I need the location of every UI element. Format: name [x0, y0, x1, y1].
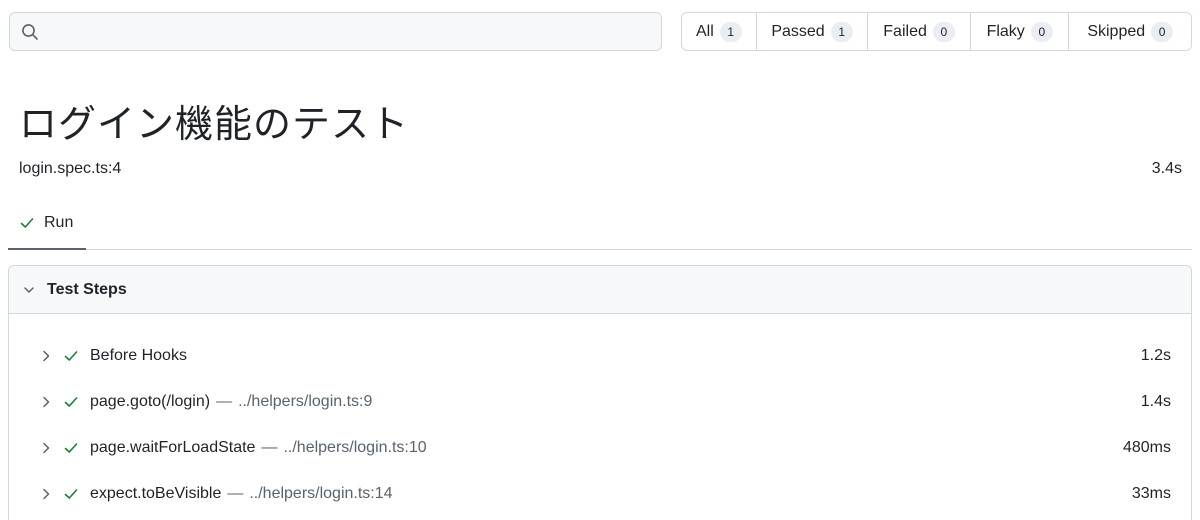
- filter-failed[interactable]: Failed 0: [868, 13, 971, 50]
- filter-all[interactable]: All 1: [682, 13, 757, 50]
- step-source-link[interactable]: ../helpers/login.ts:10: [283, 439, 426, 457]
- step-time: 1.4s: [1140, 393, 1171, 410]
- filter-skipped-label: Skipped: [1087, 22, 1146, 40]
- step-name: Before Hooks: [90, 347, 187, 364]
- step-time: 33ms: [1131, 485, 1171, 502]
- step-row[interactable]: expect.toBeVisible — ../helpers/login.ts…: [9, 471, 1191, 517]
- check-icon: [63, 348, 79, 364]
- test-location[interactable]: login.spec.ts:4: [19, 160, 121, 178]
- step-separator: —: [261, 439, 278, 456]
- step-row[interactable]: Before Hooks 1.2s: [9, 333, 1191, 379]
- test-steps-panel: Test Steps Before Hooks 1.2s page.goto(/…: [8, 265, 1192, 520]
- result-tabs: Run: [8, 198, 1192, 250]
- chevron-right-icon: [39, 349, 53, 363]
- step-separator: —: [227, 485, 244, 502]
- step-source-link[interactable]: ../helpers/login.ts:9: [238, 393, 372, 411]
- step-separator: —: [216, 393, 233, 410]
- filter-failed-label: Failed: [883, 22, 927, 40]
- chevron-down-icon: [22, 283, 36, 297]
- filter-all-label: All: [695, 22, 714, 40]
- step-row[interactable]: page.goto(/login) — ../helpers/login.ts:…: [9, 379, 1191, 425]
- chevron-right-icon: [39, 441, 53, 455]
- step-time: 1.2s: [1140, 347, 1171, 364]
- filter-passed-label: Passed: [771, 22, 825, 40]
- filter-failed-count: 0: [932, 21, 955, 42]
- step-name: page.goto(/login): [90, 393, 211, 410]
- filter-flaky-label: Flaky: [986, 22, 1025, 40]
- chevron-right-icon: [39, 487, 53, 501]
- step-name: expect.toBeVisible: [90, 485, 222, 502]
- check-icon: [19, 215, 35, 231]
- steps-list: Before Hooks 1.2s page.goto(/login) — ..…: [9, 314, 1191, 517]
- filter-passed-count: 1: [830, 21, 853, 42]
- tab-run[interactable]: Run: [8, 198, 86, 250]
- test-title: ログイン機能のテスト: [19, 102, 410, 146]
- search-icon: [21, 23, 39, 41]
- step-source-link[interactable]: ../helpers/login.ts:14: [249, 485, 392, 503]
- status-filter-group: All 1 Passed 1 Failed 0 Flaky 0 Skipped …: [681, 12, 1192, 51]
- test-steps-header[interactable]: Test Steps: [9, 266, 1191, 314]
- filter-flaky[interactable]: Flaky 0: [971, 13, 1070, 50]
- search-input[interactable]: [39, 13, 661, 50]
- check-icon: [63, 440, 79, 456]
- filter-skipped[interactable]: Skipped 0: [1069, 13, 1191, 50]
- step-name: page.waitForLoadState: [90, 439, 256, 456]
- check-icon: [63, 486, 79, 502]
- chevron-right-icon: [39, 395, 53, 409]
- filter-skipped-count: 0: [1151, 21, 1174, 42]
- filter-flaky-count: 0: [1030, 21, 1053, 42]
- test-steps-label: Test Steps: [47, 280, 127, 298]
- filter-all-count: 1: [719, 21, 742, 42]
- test-duration: 3.4s: [1151, 160, 1182, 177]
- step-row[interactable]: page.waitForLoadState — ../helpers/login…: [9, 425, 1191, 471]
- step-time: 480ms: [1122, 439, 1171, 456]
- search-box[interactable]: [9, 12, 662, 51]
- tab-run-label: Run: [44, 214, 74, 231]
- check-icon: [63, 394, 79, 410]
- filter-passed[interactable]: Passed 1: [757, 13, 869, 50]
